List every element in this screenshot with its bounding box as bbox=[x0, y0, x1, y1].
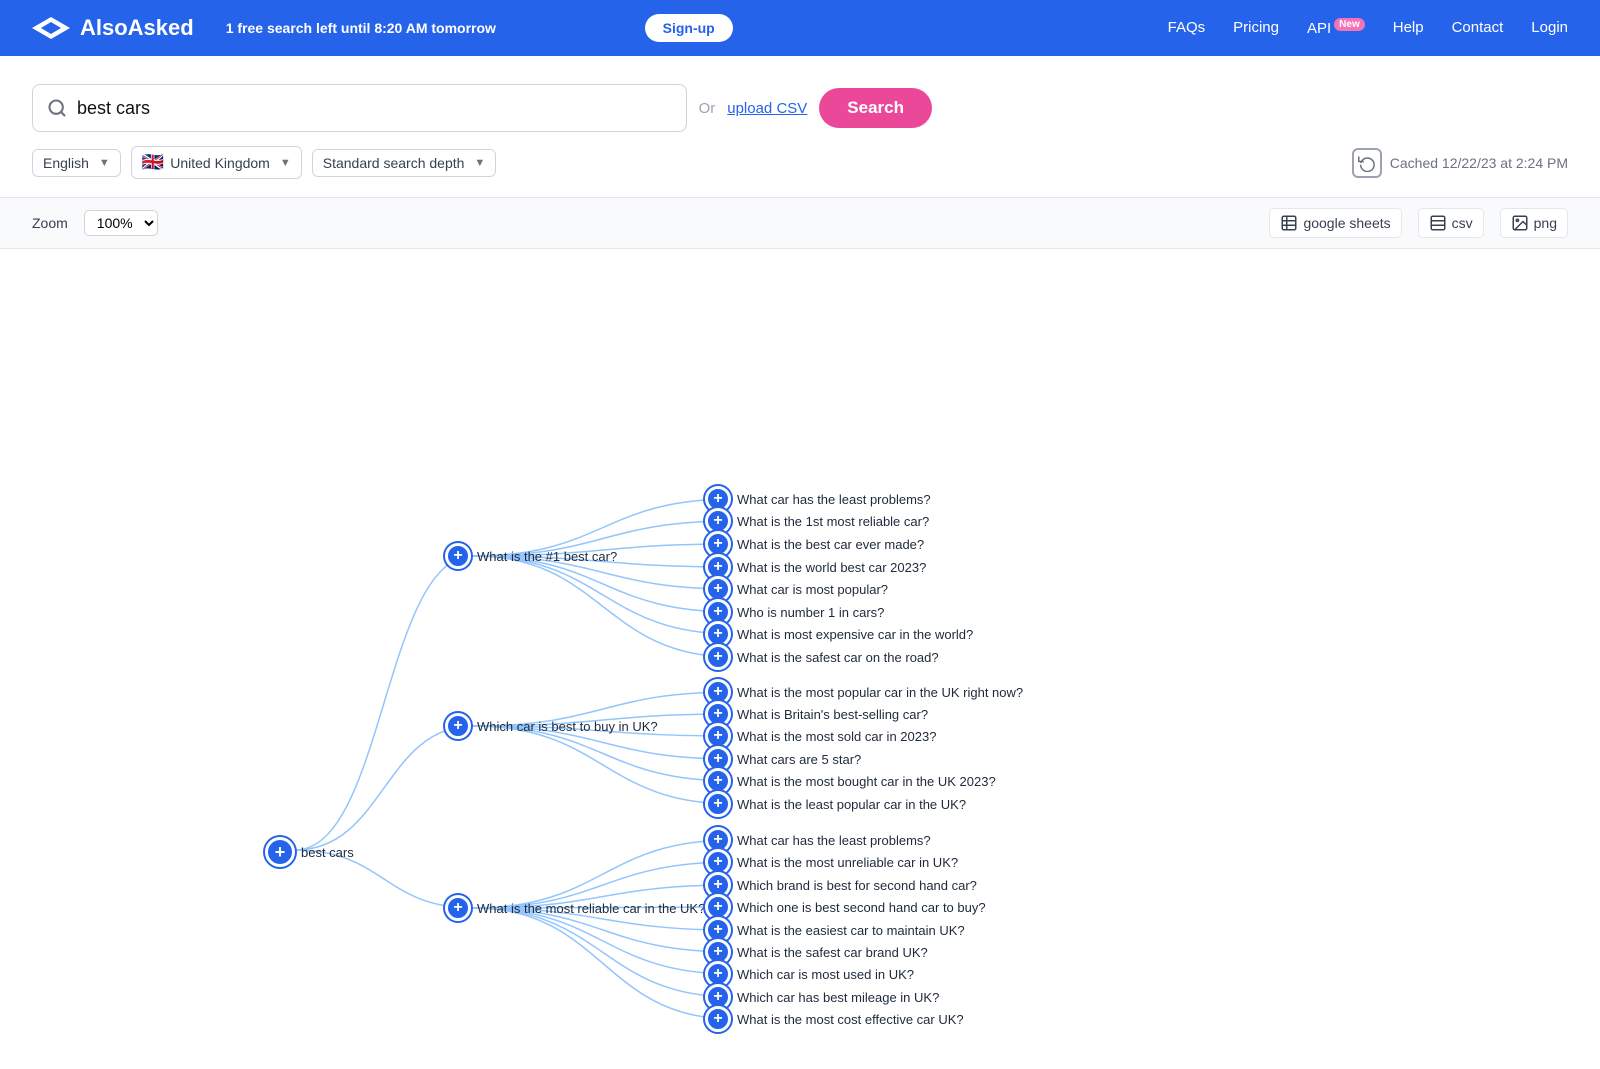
node-label: best cars bbox=[301, 845, 354, 860]
node-label: Which one is best second hand car to buy… bbox=[737, 900, 986, 915]
search-button[interactable]: Search bbox=[819, 88, 932, 128]
search-input-wrap bbox=[32, 84, 687, 132]
tree-node[interactable]: + What is the #1 best car? bbox=[445, 543, 617, 569]
node-label: What is the least popular car in the UK? bbox=[737, 797, 966, 812]
node-label: What is the 1st most reliable car? bbox=[737, 514, 929, 529]
node-circle: + bbox=[705, 1006, 731, 1032]
node-label: What is the safest car on the road? bbox=[737, 650, 939, 665]
node-label: What car has the least problems? bbox=[737, 833, 931, 848]
csv-icon bbox=[1429, 214, 1447, 232]
uk-flag-icon: 🇬🇧 bbox=[142, 152, 164, 173]
export-google-sheets-button[interactable]: google sheets bbox=[1269, 208, 1401, 238]
node-label: What car is most popular? bbox=[737, 582, 888, 597]
node-label: What cars are 5 star? bbox=[737, 752, 861, 767]
nav-faqs[interactable]: FAQs bbox=[1168, 19, 1206, 36]
png-icon bbox=[1511, 214, 1529, 232]
node-label: Which car has best mileage in UK? bbox=[737, 990, 939, 1005]
tree-node[interactable]: + Which car is best to buy in UK? bbox=[445, 713, 658, 739]
node-label: What is the safest car brand UK? bbox=[737, 945, 928, 960]
country-filter[interactable]: 🇬🇧 United Kingdom ▼ bbox=[131, 146, 302, 179]
nav-api[interactable]: APINew bbox=[1307, 20, 1365, 37]
tree-node[interactable]: + What is the safest car on the road? bbox=[705, 644, 939, 670]
depth-label: Standard search depth bbox=[323, 155, 465, 171]
toolbar: Zoom 100% 75% 125% 150% google sheets cs… bbox=[0, 198, 1600, 249]
tree-node[interactable]: + best cars bbox=[265, 837, 354, 867]
node-circle: + bbox=[445, 543, 471, 569]
node-label: Which car is best to buy in UK? bbox=[477, 719, 658, 734]
tree-container: + best cars + What is the #1 best car? + What… bbox=[0, 249, 1150, 1069]
or-divider: Or bbox=[699, 100, 716, 117]
cached-label: Cached 12/22/23 at 2:24 PM bbox=[1390, 155, 1568, 171]
depth-chevron-icon: ▼ bbox=[474, 157, 485, 169]
node-circle: + bbox=[705, 644, 731, 670]
node-label: What is Britain's best-selling car? bbox=[737, 707, 928, 722]
tree-svg bbox=[0, 249, 1150, 1069]
nav-help[interactable]: Help bbox=[1393, 19, 1424, 36]
search-icon bbox=[47, 98, 67, 118]
root-node-circle: + bbox=[265, 837, 295, 867]
signup-button[interactable]: Sign-up bbox=[645, 14, 733, 42]
navbar: AlsoAsked 1 free search left until 8:20 … bbox=[0, 0, 1600, 56]
country-label: United Kingdom bbox=[170, 155, 270, 171]
node-label: What is the most unreliable car in UK? bbox=[737, 855, 958, 870]
node-circle: + bbox=[445, 713, 471, 739]
node-label: What is the best car ever made? bbox=[737, 537, 924, 552]
filters-row: English ▼ 🇬🇧 United Kingdom ▼ Standard s… bbox=[32, 146, 1568, 179]
export-csv-button[interactable]: csv bbox=[1418, 208, 1484, 238]
search-input[interactable] bbox=[77, 98, 672, 119]
node-label: What is the most cost effective car UK? bbox=[737, 1012, 964, 1027]
search-section: Or upload CSV Search English ▼ 🇬🇧 United… bbox=[0, 56, 1600, 198]
node-circle: + bbox=[445, 895, 471, 921]
node-label: What is most expensive car in the world? bbox=[737, 627, 973, 642]
node-label: What is the most sold car in 2023? bbox=[737, 729, 936, 744]
cached-icon bbox=[1352, 148, 1382, 178]
zoom-label: Zoom bbox=[32, 215, 68, 231]
api-new-badge: New bbox=[1334, 18, 1365, 31]
tree-node[interactable]: + What is the most cost effective car UK? bbox=[705, 1006, 964, 1032]
zoom-select[interactable]: 100% 75% 125% 150% bbox=[84, 210, 158, 236]
language-chevron-icon: ▼ bbox=[99, 157, 110, 169]
nav-login[interactable]: Login bbox=[1531, 19, 1568, 36]
brand-logo[interactable]: AlsoAsked bbox=[32, 15, 194, 41]
language-label: English bbox=[43, 155, 89, 171]
brand-name: AlsoAsked bbox=[80, 15, 194, 41]
cached-info: Cached 12/22/23 at 2:24 PM bbox=[1352, 148, 1568, 178]
node-label: Which brand is best for second hand car? bbox=[737, 878, 977, 893]
export-png-button[interactable]: png bbox=[1500, 208, 1568, 238]
export-png-label: png bbox=[1534, 215, 1557, 231]
node-label: What is the most popular car in the UK r… bbox=[737, 685, 1023, 700]
tree-node[interactable]: + What is the most reliable car in the UK… bbox=[445, 895, 705, 921]
free-search-notice: 1 free search left until 8:20 AM tomorro… bbox=[226, 20, 629, 36]
depth-filter[interactable]: Standard search depth ▼ bbox=[312, 149, 497, 177]
node-label: What is the world best car 2023? bbox=[737, 560, 926, 575]
node-label: What is the most reliable car in the UK? bbox=[477, 901, 705, 916]
node-label: What is the easiest car to maintain UK? bbox=[737, 923, 965, 938]
google-sheets-icon bbox=[1280, 214, 1298, 232]
nav-contact[interactable]: Contact bbox=[1452, 19, 1504, 36]
node-label: What is the #1 best car? bbox=[477, 549, 617, 564]
nav-pricing[interactable]: Pricing bbox=[1233, 19, 1279, 36]
node-label: What car has the least problems? bbox=[737, 492, 931, 507]
node-label: Which car is most used in UK? bbox=[737, 967, 914, 982]
export-csv-label: csv bbox=[1452, 215, 1473, 231]
node-label: Who is number 1 in cars? bbox=[737, 605, 884, 620]
tree-canvas: + best cars + What is the #1 best car? + What… bbox=[0, 249, 1600, 1069]
search-row: Or upload CSV Search bbox=[32, 84, 932, 132]
logo-icon bbox=[32, 17, 70, 39]
upload-csv-link[interactable]: upload CSV bbox=[727, 100, 807, 117]
node-label: What is the most bought car in the UK 20… bbox=[737, 774, 996, 789]
country-chevron-icon: ▼ bbox=[280, 157, 291, 169]
export-google-sheets-label: google sheets bbox=[1303, 215, 1390, 231]
nav-links: FAQs Pricing APINew Help Contact Login bbox=[1168, 19, 1568, 38]
language-filter[interactable]: English ▼ bbox=[32, 149, 121, 177]
